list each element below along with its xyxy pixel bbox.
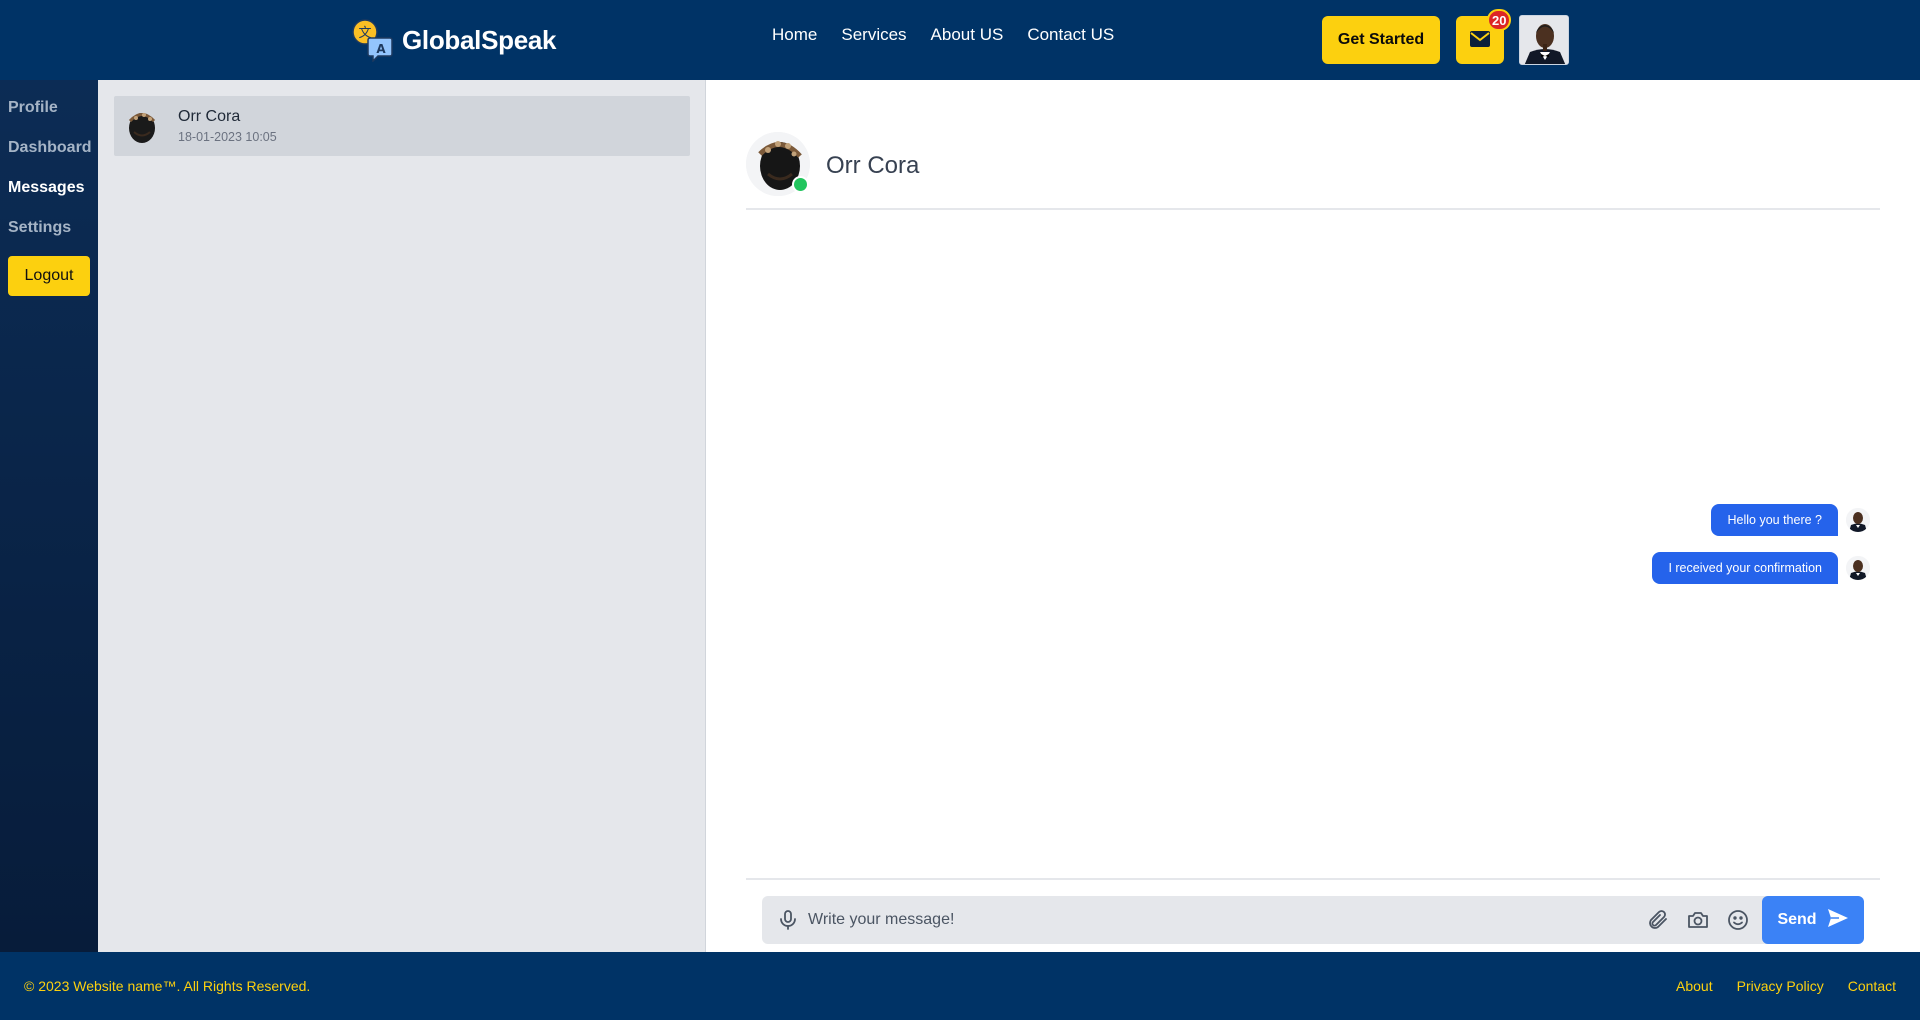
message-input[interactable] [808,904,1628,936]
contact-avatar [122,106,162,146]
message-bubble: I received your confirmation [1652,552,1838,584]
camera-icon[interactable] [1686,908,1710,932]
mail-count-badge: 20 [1487,9,1512,31]
online-status-indicator [792,176,809,193]
sidebar-item-settings[interactable]: Settings [0,208,98,248]
message-sender-avatar [1846,508,1870,532]
logout-button[interactable]: Logout [8,256,90,296]
page-footer: © 2023 Website name™. All Rights Reserve… [0,952,1920,1020]
sidebar-item-profile[interactable]: Profile [0,88,98,128]
top-header: 文 A GlobalSpeak Home Services About US C… [0,0,1920,80]
conversation-list: Orr Cora 18-01-2023 10:05 [98,80,706,952]
mail-icon [1470,30,1490,50]
conversation-timestamp: 18-01-2023 10:05 [178,130,277,144]
svg-text:A: A [376,42,386,56]
message-bubble: Hello you there ? [1711,504,1838,536]
conversation-name: Orr Cora [178,108,241,125]
emoji-icon[interactable] [1726,908,1750,932]
message-row: Hello you there ? [1711,504,1870,536]
nav-contact[interactable]: Contact US [1027,22,1114,48]
message-sender-avatar [1846,556,1870,580]
sidebar: Profile Dashboard Messages Settings Logo… [0,80,98,952]
nav-services[interactable]: Services [841,22,906,48]
chat-header: Orr Cora [746,132,1880,210]
sidebar-item-dashboard[interactable]: Dashboard [0,128,98,168]
microphone-icon[interactable] [776,908,800,932]
send-button-label: Send [1777,911,1817,928]
chat-panel: Orr Cora Hello you there ? I received yo… [706,80,1920,952]
brand-logo[interactable]: 文 A GlobalSpeak [350,18,557,63]
footer-copyright: © 2023 Website name™. All Rights Reserve… [24,978,311,994]
footer-link-contact[interactable]: Contact [1848,978,1896,994]
sidebar-item-messages[interactable]: Messages [0,168,98,208]
brand-name: GlobalSpeak [402,24,557,55]
chat-contact-name: Orr Cora [826,152,920,179]
conversation-item[interactable]: Orr Cora 18-01-2023 10:05 [114,96,690,156]
footer-link-privacy[interactable]: Privacy Policy [1737,978,1824,994]
footer-link-about[interactable]: About [1676,978,1713,994]
message-composer: Send [762,896,1864,944]
footer-links: About Privacy Policy Contact [1676,978,1896,994]
user-avatar[interactable] [1519,15,1569,65]
composer-divider [746,878,1880,880]
paperclip-icon[interactable] [1646,908,1670,932]
translate-logo-icon: 文 A [350,18,394,63]
send-button[interactable]: Send [1762,896,1864,944]
message-row: I received your confirmation [1652,552,1870,584]
get-started-button[interactable]: Get Started [1322,16,1440,64]
main-nav: Home Services About US Contact US [772,22,1114,48]
nav-about[interactable]: About US [931,22,1004,48]
nav-home[interactable]: Home [772,22,817,48]
send-arrow-icon [1827,908,1849,933]
